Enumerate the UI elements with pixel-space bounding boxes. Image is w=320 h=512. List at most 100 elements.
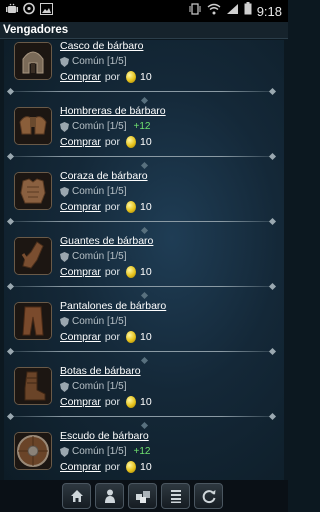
divider-ornament <box>268 152 277 161</box>
rarity-shield-icon <box>60 56 69 67</box>
item-rarity-text: Común [1/5] <box>72 446 127 457</box>
profile-button[interactable] <box>95 483 124 509</box>
signal-icon <box>226 2 239 20</box>
item-rarity-text: Común [1/5] <box>72 186 127 197</box>
buy-por-label: por <box>104 201 121 213</box>
item-name[interactable]: Escudo de bárbaro <box>60 430 149 442</box>
item-name[interactable]: Guantes de bárbaro <box>60 235 153 247</box>
item-rarity: Común [1/5] <box>60 316 133 327</box>
inventory-button[interactable] <box>128 483 157 509</box>
item-rarity: Común [1/5] <box>60 251 133 262</box>
rarity-shield-icon <box>60 381 69 392</box>
item-rarity-text: Común [1/5] <box>72 251 127 262</box>
list-icon <box>170 490 181 503</box>
list-item: Guantes de bárbaro Común [1/5] Comprar p… <box>4 235 284 300</box>
shield-item-icon <box>14 432 52 470</box>
status-time: 9:18 <box>256 3 282 19</box>
buy-por-label: por <box>104 331 121 343</box>
buy-button[interactable]: Comprar <box>60 331 101 343</box>
divider <box>10 91 274 92</box>
buy-button[interactable]: Comprar <box>60 201 101 213</box>
gold-coin-icon <box>126 331 137 343</box>
rarity-shield-icon <box>60 186 69 197</box>
divider-ornament <box>268 282 277 291</box>
item-price: 10 <box>140 331 152 343</box>
android-icon <box>6 2 18 20</box>
helmet-icon <box>14 42 52 80</box>
divider-ornament <box>140 291 149 300</box>
item-price: 10 <box>140 396 152 408</box>
rarity-shield-icon <box>60 316 69 327</box>
buy-button[interactable]: Comprar <box>60 266 101 278</box>
refresh-button[interactable] <box>194 483 223 509</box>
item-name[interactable]: Hombreras de bárbaro <box>60 105 166 117</box>
home-button[interactable] <box>62 483 91 509</box>
shoulder-pads-icon <box>14 107 52 145</box>
item-rarity: Común [1/5] <box>60 186 133 197</box>
item-rarity-text: Común [1/5] <box>72 56 127 67</box>
pants-icon <box>14 302 52 340</box>
divider <box>10 286 274 287</box>
item-rarity: Común [1/5] <box>60 56 133 67</box>
buy-row: Comprar por 10 <box>60 201 152 213</box>
list-item: Escudo de bárbaro Común [1/5] +12 Compra… <box>4 430 284 480</box>
divider-ornament <box>140 161 149 170</box>
buy-row: Comprar por 10 <box>60 266 152 278</box>
item-price: 10 <box>140 201 152 213</box>
divider-ornament <box>268 87 277 96</box>
buy-button[interactable]: Comprar <box>60 396 101 408</box>
gold-coin-icon <box>126 201 137 213</box>
item-price: 10 <box>140 266 152 278</box>
item-list[interactable]: Casco de bárbaro Común [1/5] Comprar por… <box>4 40 284 480</box>
item-price: 10 <box>140 461 152 473</box>
bottom-nav-group <box>62 483 226 509</box>
list-item: Casco de bárbaro Común [1/5] Comprar por… <box>4 40 284 105</box>
gold-coin-icon <box>126 71 137 83</box>
image-icon <box>40 2 53 20</box>
status-bar: 9:18 <box>0 0 288 22</box>
buy-por-label: por <box>104 461 121 473</box>
buy-por-label: por <box>104 396 121 408</box>
divider-ornament <box>6 87 15 96</box>
divider-ornament <box>268 217 277 226</box>
rarity-shield-icon <box>60 121 69 132</box>
divider <box>10 351 274 352</box>
bottom-nav <box>0 480 288 512</box>
item-bonus: +12 <box>133 446 151 457</box>
buy-row: Comprar por 10 <box>60 136 152 148</box>
profile-icon <box>104 489 115 503</box>
gold-coin-icon <box>126 266 137 278</box>
gold-coin-icon <box>126 136 137 148</box>
divider-ornament <box>6 412 15 421</box>
item-name[interactable]: Botas de bárbaro <box>60 365 141 377</box>
item-rarity: Común [1/5] +12 <box>60 446 150 457</box>
home-icon <box>70 490 83 502</box>
item-bonus: +12 <box>133 121 151 132</box>
circle-app-icon <box>23 2 35 20</box>
item-name[interactable]: Coraza de bárbaro <box>60 170 148 182</box>
divider-ornament <box>140 421 149 430</box>
list-item: Botas de bárbaro Común [1/5] Comprar por… <box>4 365 284 430</box>
divider-ornament <box>6 152 15 161</box>
item-rarity: Común [1/5] <box>60 381 133 392</box>
boots-icon <box>14 367 52 405</box>
divider <box>10 221 274 222</box>
list-item: Coraza de bárbaro Común [1/5] Comprar po… <box>4 170 284 235</box>
buy-por-label: por <box>104 71 121 83</box>
divider-ornament <box>6 217 15 226</box>
list-item: Hombreras de bárbaro Común [1/5] +12 Com… <box>4 105 284 170</box>
divider-ornament <box>268 412 277 421</box>
buy-row: Comprar por 10 <box>60 396 152 408</box>
list-button[interactable] <box>161 483 190 509</box>
buy-button[interactable]: Comprar <box>60 71 101 83</box>
item-name[interactable]: Pantalones de bárbaro <box>60 300 166 312</box>
divider-ornament <box>268 347 277 356</box>
buy-button[interactable]: Comprar <box>60 136 101 148</box>
refresh-icon <box>202 490 215 504</box>
item-price: 10 <box>140 71 152 83</box>
item-name[interactable]: Casco de bárbaro <box>60 40 143 52</box>
buy-button[interactable]: Comprar <box>60 461 101 473</box>
buy-por-label: por <box>104 136 121 148</box>
buy-row: Comprar por 10 <box>60 461 152 473</box>
item-rarity-text: Común [1/5] <box>72 316 127 327</box>
